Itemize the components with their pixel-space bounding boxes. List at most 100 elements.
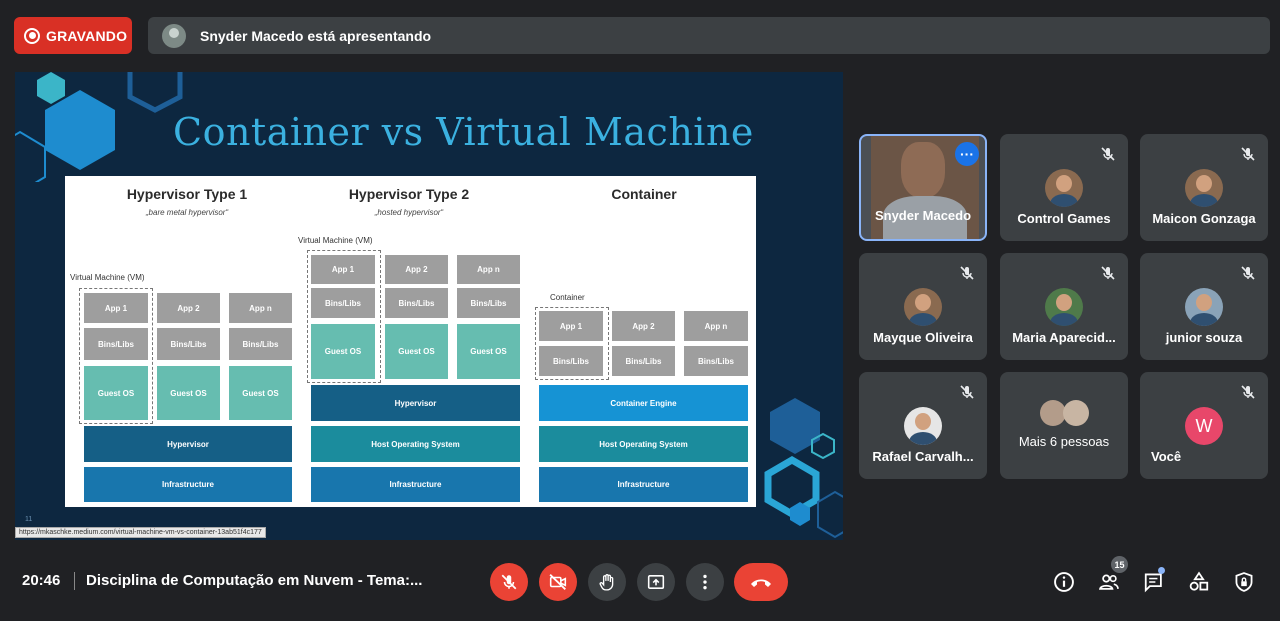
c-container-engine: Container Engine: [539, 385, 748, 421]
h2-app-n: App n: [457, 255, 520, 284]
mic-off-icon: [1241, 385, 1255, 399]
mic-off-icon: [1101, 266, 1115, 280]
presenter-text: Snyder Macedo está apresentando: [200, 27, 432, 44]
c-bins-n: Bins/Libs: [684, 346, 748, 376]
hypervisor-type1-heading: Hypervisor Type 1: [126, 186, 248, 202]
slide-page-number: 11: [25, 516, 33, 523]
chat-icon: [1144, 573, 1162, 593]
divider: [74, 572, 75, 590]
h2-host-os: Host Operating System: [311, 426, 520, 462]
participants-button[interactable]: [1097, 570, 1121, 594]
raise-hand-button[interactable]: [588, 563, 626, 601]
avatar: [1185, 288, 1223, 326]
presentation-slide: Container vs Virtual Machine Hypervisor …: [15, 72, 843, 540]
h1-bins-2: Bins/Libs: [157, 328, 220, 360]
h2-bins-1: Bins/Libs: [311, 288, 375, 318]
h2-hypervisor: Hypervisor: [311, 385, 520, 421]
more-people-tile[interactable]: Mais 6 pessoas: [1000, 372, 1128, 479]
h1-infrastructure: Infrastructure: [84, 467, 292, 502]
people-icon: [1099, 574, 1119, 590]
participant-name: Mayque Oliveira: [873, 330, 973, 345]
avatar: [904, 407, 942, 445]
hypervisor-type2-subtitle: „hosted hypervisor“: [374, 208, 444, 217]
container-label: Container: [550, 293, 585, 302]
participant-tile-you[interactable]: W Você: [1140, 372, 1268, 479]
participant-tile-control-games[interactable]: Control Games: [1000, 134, 1128, 241]
h2-guest-1: Guest OS: [311, 324, 375, 379]
vm-label-1: Virtual Machine (VM): [70, 273, 145, 282]
h1-app-1: App 1: [84, 293, 148, 323]
participant-name: Control Games: [1017, 211, 1111, 226]
participant-name: Rafael Carvalh...: [872, 449, 974, 464]
participant-tile-maicon[interactable]: Maicon Gonzaga: [1140, 134, 1268, 241]
presenter-banner: Snyder Macedo está apresentando: [148, 17, 1270, 54]
hand-icon: [599, 574, 614, 591]
c-host-os: Host Operating System: [539, 426, 748, 462]
h1-app-n: App n: [229, 293, 292, 323]
h2-guest-n: Guest OS: [457, 324, 520, 379]
leave-call-button[interactable]: [734, 563, 788, 601]
more-people-label: Mais 6 pessoas: [1018, 434, 1110, 449]
clock-time: 20:46: [22, 572, 61, 589]
mic-off-icon: [1101, 147, 1115, 161]
microphone-toggle-button[interactable]: [490, 563, 528, 601]
more-options-icon[interactable]: ···: [955, 142, 979, 166]
h1-bins-n: Bins/Libs: [229, 328, 292, 360]
participant-name: Snyder Macedo: [874, 208, 972, 223]
participant-tile-junior[interactable]: junior souza: [1140, 253, 1268, 360]
shield-lock-icon: [1235, 572, 1253, 592]
participant-name: Maria Aparecid...: [1012, 330, 1116, 345]
c-app-1: App 1: [539, 311, 603, 341]
meeting-title[interactable]: Disciplina de Computação em Nuvem - Tema…: [86, 572, 422, 589]
mic-off-icon: [501, 574, 517, 590]
activities-button[interactable]: [1187, 570, 1211, 594]
more-vert-icon: [703, 574, 707, 590]
more-options-button[interactable]: [686, 563, 724, 601]
mic-off-icon: [1241, 147, 1255, 161]
avatar: W: [1185, 407, 1223, 445]
present-screen-button[interactable]: [637, 563, 675, 601]
c-bins-1: Bins/Libs: [539, 346, 603, 376]
camera-toggle-button[interactable]: [539, 563, 577, 601]
participant-tile-maria[interactable]: Maria Aparecid...: [1000, 253, 1128, 360]
participant-tile-rafael[interactable]: Rafael Carvalh...: [859, 372, 987, 479]
hypervisor-type2-heading: Hypervisor Type 2: [348, 186, 470, 202]
c-app-n: App n: [684, 311, 748, 341]
link-url-tooltip: https://mkaschke.medium.com/virtual-mach…: [15, 527, 266, 538]
participant-name: junior souza: [1165, 330, 1243, 345]
participant-tile-mayque[interactable]: Mayque Oliveira: [859, 253, 987, 360]
hexagon-decoration-bottom: [764, 398, 843, 539]
recording-badge[interactable]: GRAVANDO: [14, 17, 132, 54]
h1-hypervisor: Hypervisor: [84, 426, 292, 462]
avatar: [1185, 169, 1223, 207]
hang-up-icon: [751, 579, 771, 587]
h1-app-2: App 2: [157, 293, 220, 323]
avatar: [1045, 288, 1083, 326]
c-infrastructure: Infrastructure: [539, 467, 748, 502]
shapes-icon: [1189, 571, 1209, 591]
meeting-details-button[interactable]: [1052, 570, 1076, 594]
mic-off-icon: [960, 266, 974, 280]
h1-guest-1: Guest OS: [84, 366, 148, 420]
c-bins-2: Bins/Libs: [612, 346, 675, 376]
participant-count-badge: 15: [1111, 556, 1128, 573]
h2-guest-2: Guest OS: [385, 324, 448, 379]
h2-bins-n: Bins/Libs: [457, 288, 520, 318]
h1-bins-1: Bins/Libs: [84, 328, 148, 360]
recording-label: GRAVANDO: [46, 27, 128, 44]
avatar: [904, 288, 942, 326]
h2-bins-2: Bins/Libs: [385, 288, 448, 318]
h2-app-2: App 2: [385, 255, 448, 284]
camera-off-icon: [549, 574, 567, 590]
info-icon: [1054, 572, 1074, 592]
host-controls-button[interactable]: [1232, 570, 1256, 594]
avatar: [1045, 169, 1083, 207]
h2-app-1: App 1: [311, 255, 375, 284]
participant-tile-snyder[interactable]: ··· Snyder Macedo: [859, 134, 987, 241]
vm-label-2: Virtual Machine (VM): [298, 236, 373, 245]
c-app-2: App 2: [612, 311, 675, 341]
container-heading: Container: [611, 186, 677, 202]
slide-title: Container vs Virtual Machine: [173, 110, 754, 154]
presenter-avatar: [162, 23, 186, 48]
h1-guest-2: Guest OS: [157, 366, 220, 420]
